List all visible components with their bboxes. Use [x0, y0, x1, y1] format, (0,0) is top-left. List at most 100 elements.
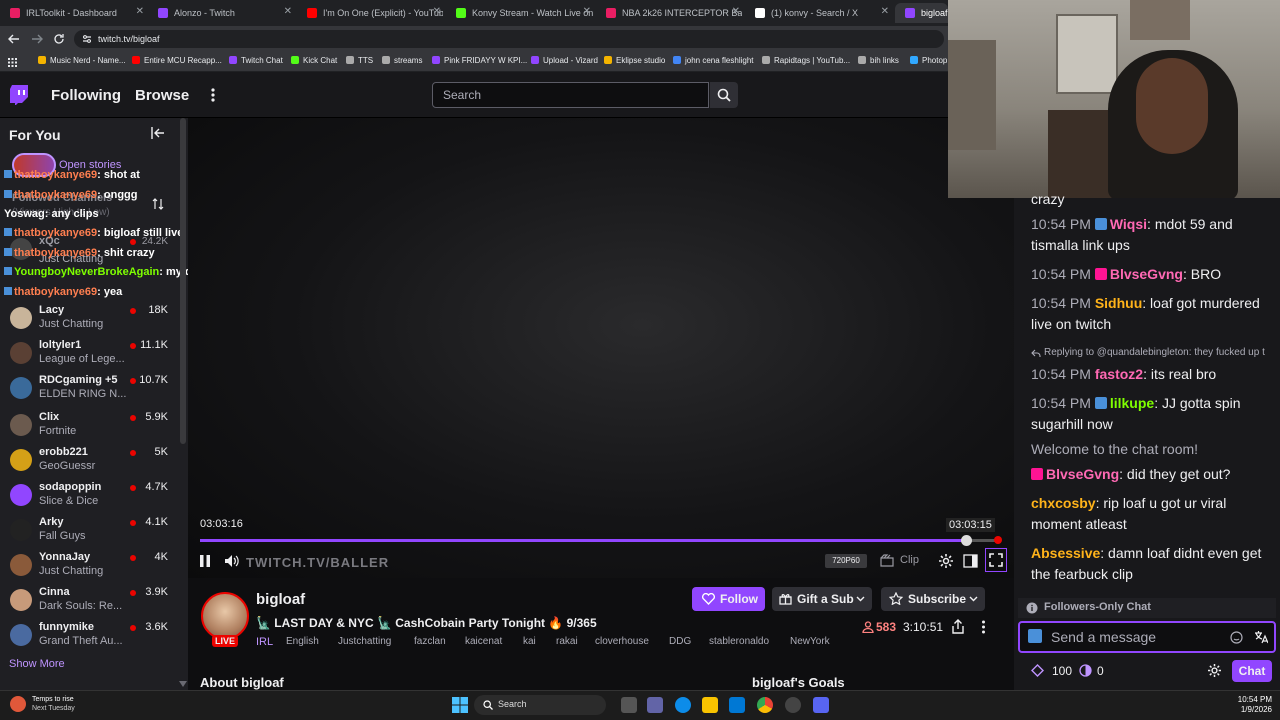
bookmark-item[interactable]: Rapidtags | YouTub...	[762, 56, 850, 65]
apps-grid-icon[interactable]	[8, 58, 17, 67]
scroll-down-icon[interactable]	[179, 681, 187, 687]
browser-tab[interactable]: bigloaf	[895, 3, 948, 23]
streamer-avatar[interactable]	[201, 592, 249, 640]
tab-close-icon[interactable]: ✕	[881, 6, 889, 17]
video-player[interactable]	[188, 118, 1014, 578]
bookmark-item[interactable]: TTS	[346, 56, 373, 65]
browser-tab[interactable]: (1) konvy - Search / X ✕	[745, 3, 891, 23]
task-view-icon[interactable]	[621, 697, 637, 713]
weather-icon[interactable]	[10, 696, 26, 712]
bookmark-item[interactable]: Photop	[910, 56, 947, 65]
tab-close-icon[interactable]: ✕	[732, 6, 740, 17]
nav-browse[interactable]: Browse	[135, 87, 189, 104]
volume-icon[interactable]	[224, 554, 240, 568]
back-icon[interactable]	[8, 34, 20, 44]
chat-username[interactable]: chxcosby	[1031, 495, 1096, 511]
sidebar-channel-item[interactable]: Clix Fortnite 5.9K	[0, 411, 180, 446]
sidebar-channel-item[interactable]: Lacy Just Chatting 18K	[0, 304, 180, 339]
browser-tab[interactable]: I'm On One (Explicit) - YouTube ✕	[297, 3, 443, 23]
bookmark-item[interactable]: streams	[382, 56, 422, 65]
more-options-icon[interactable]	[981, 620, 986, 634]
emote-picker-icon[interactable]	[1230, 631, 1243, 644]
bookmark-item[interactable]: Eklipse studio	[604, 56, 665, 65]
stream-tag[interactable]: NewYork	[790, 636, 830, 649]
channel-points-icon[interactable]	[1031, 664, 1044, 677]
collapse-sidebar-icon[interactable]	[151, 127, 165, 139]
stream-tag[interactable]: Justchatting	[338, 636, 391, 649]
chat-settings-icon[interactable]	[1207, 663, 1222, 678]
stream-tag[interactable]: kai	[523, 636, 536, 649]
bookmark-item[interactable]: Pink FRIDAYY W KPI...	[432, 56, 527, 65]
prediction-icon[interactable]	[1079, 664, 1092, 677]
stream-tag[interactable]: stableronaldo	[709, 636, 769, 649]
tab-close-icon[interactable]: ✕	[583, 6, 591, 17]
app-icon-1[interactable]	[647, 697, 663, 713]
chat-username[interactable]: fastoz2	[1095, 366, 1143, 382]
stream-tag[interactable]: English	[286, 636, 319, 649]
chat-send-button[interactable]: Chat	[1232, 660, 1272, 682]
sort-icon[interactable]	[152, 198, 164, 210]
search-button[interactable]	[710, 82, 738, 108]
chat-username[interactable]: BlvseGvng	[1046, 466, 1119, 482]
address-bar[interactable]: twitch.tv/bigloaf	[74, 30, 944, 48]
chat-username[interactable]: Absessive	[1031, 545, 1100, 561]
streamer-name[interactable]: bigloaf	[256, 591, 305, 608]
chrome-icon[interactable]	[757, 697, 773, 713]
stream-category[interactable]: IRL	[256, 636, 273, 648]
reload-icon[interactable]	[53, 33, 65, 45]
site-info-icon[interactable]	[82, 34, 92, 44]
bookmark-item[interactable]: bih links	[858, 56, 899, 65]
tab-close-icon[interactable]: ✕	[136, 6, 144, 17]
browser-tab[interactable]: NBA 2k26 INTERCEPTOR Badge✕	[596, 3, 742, 23]
follow-button[interactable]: Follow	[692, 587, 765, 611]
tab-close-icon[interactable]: ✕	[284, 6, 292, 17]
stream-tag[interactable]: kaicenat	[465, 636, 502, 649]
chat-badge-icon[interactable]	[1028, 629, 1042, 643]
show-more-link[interactable]: Show More	[9, 658, 65, 670]
gift-sub-button[interactable]: Gift a Sub	[772, 587, 872, 611]
fullscreen-button[interactable]	[985, 548, 1007, 572]
share-icon[interactable]	[951, 619, 965, 634]
stream-tag[interactable]: fazclan	[414, 636, 446, 649]
bookmark-item[interactable]: Kick Chat	[291, 56, 337, 65]
windows-start-icon[interactable]	[452, 697, 468, 713]
sidebar-channel-item[interactable]: Arky Fall Guys 4.1K	[0, 516, 180, 551]
sidebar-channel-item[interactable]: RDCgaming +5 ELDEN RING N... 10.7K	[0, 374, 180, 409]
subscribe-button[interactable]: Subscribe	[881, 587, 985, 611]
chat-username[interactable]: Sidhuu	[1095, 295, 1142, 311]
chat-username[interactable]: Wiqsi	[1110, 216, 1147, 232]
clip-button[interactable]: Clip	[900, 554, 919, 566]
bookmark-item[interactable]: john cena fleshlight	[673, 56, 754, 65]
taskbar-search[interactable]: Search	[474, 695, 606, 715]
sidebar-channel-item[interactable]: Cinna Dark Souls: Re... 3.9K	[0, 586, 180, 621]
sidebar-channel-item[interactable]: sodapoppin Slice & Dice 4.7K	[0, 481, 180, 516]
sidebar-channel-item[interactable]: erobb221 GeoGuessr 5K	[0, 446, 180, 481]
forward-icon[interactable]	[31, 34, 43, 44]
more-vertical-icon[interactable]	[210, 87, 216, 103]
nav-following[interactable]: Following	[51, 87, 121, 104]
stream-tag[interactable]: DDG	[669, 636, 691, 649]
chat-username[interactable]: lilkupe	[1110, 395, 1154, 411]
sidebar-channel-item[interactable]: YonnaJay Just Chatting 4K	[0, 551, 180, 586]
search-input[interactable]: Search	[432, 82, 709, 108]
bookmark-item[interactable]: Twitch Chat	[229, 56, 283, 65]
edge-icon[interactable]	[675, 697, 691, 713]
tab-close-icon[interactable]: ✕	[433, 6, 441, 17]
discord-icon[interactable]	[813, 697, 829, 713]
stream-tag[interactable]: rakai	[556, 636, 578, 649]
obs-icon[interactable]	[785, 697, 801, 713]
bookmark-item[interactable]: Upload - Vizard	[531, 56, 598, 65]
stream-tag[interactable]: cloverhouse	[595, 636, 649, 649]
browser-tab[interactable]: Alonzo - Twitch ✕	[148, 3, 294, 23]
chat-input[interactable]: Send a message	[1018, 621, 1276, 653]
quality-badge[interactable]: 720P60	[825, 554, 867, 568]
pause-icon[interactable]	[199, 554, 211, 568]
sidebar-channel-item[interactable]: funnymike Grand Theft Au... 3.6K	[0, 621, 180, 656]
bookmark-item[interactable]: Music Nerd - Name...	[38, 56, 126, 65]
browser-tab[interactable]: Konvy Stream - Watch Live on ✕	[446, 3, 593, 23]
chat-username[interactable]: BlvseGvng	[1110, 266, 1183, 282]
translate-icon[interactable]	[1254, 630, 1268, 644]
store-icon[interactable]	[729, 697, 745, 713]
sidebar-channel-item[interactable]: loltyler1 League of Lege... 11.1K	[0, 339, 180, 374]
bookmark-item[interactable]: Entire MCU Recapp...	[132, 56, 222, 65]
